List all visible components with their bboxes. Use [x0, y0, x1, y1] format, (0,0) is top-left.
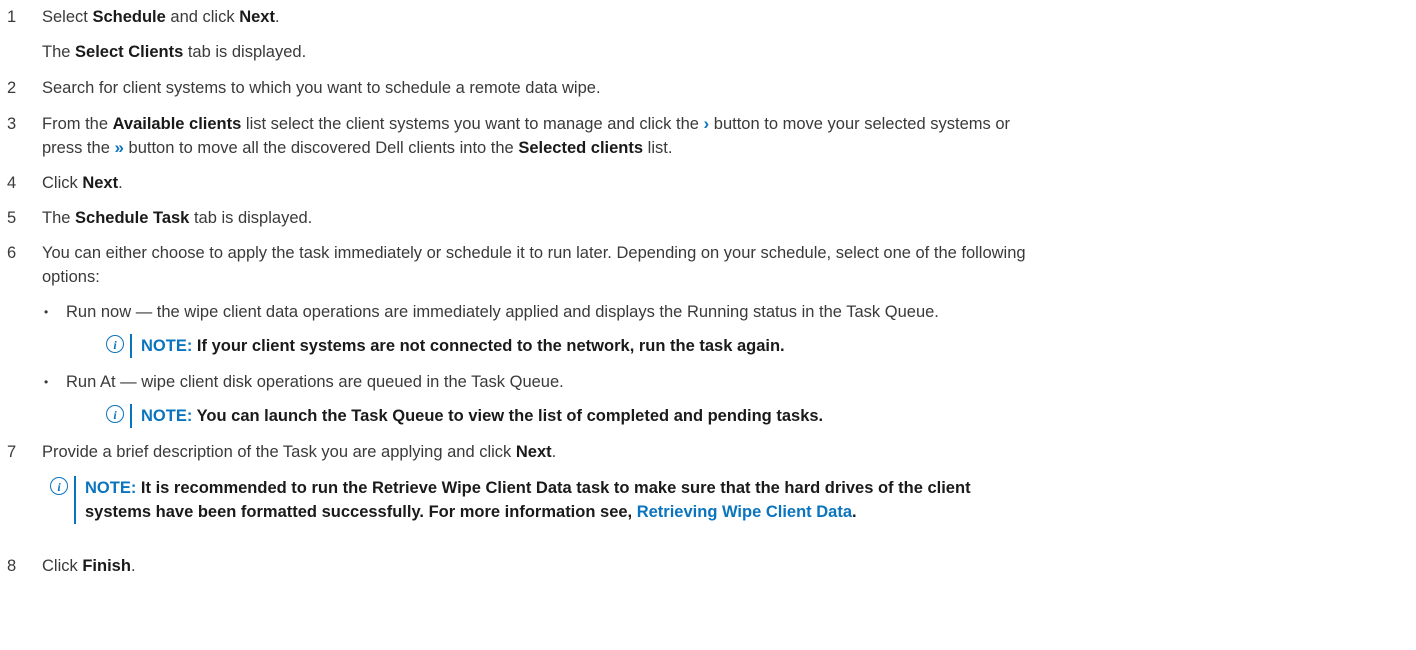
step-number: 4 — [7, 174, 17, 192]
retrieving-wipe-client-data-link[interactable]: Retrieving Wipe Client Data — [637, 503, 852, 521]
step-subtext: The Select Clients tab is displayed. — [42, 43, 307, 61]
bullet-text: Run At — wipe client disk operations are… — [66, 373, 564, 391]
step-number: 7 — [7, 443, 17, 461]
step-text: Select Schedule and click Next. — [42, 8, 280, 26]
note-callout: i NOTE: If your client systems are not c… — [106, 334, 785, 358]
step-text: Click Next. — [42, 174, 123, 192]
note-divider — [74, 476, 76, 524]
info-icon: i — [106, 405, 124, 423]
step-number: 3 — [7, 115, 17, 133]
step-text: The Schedule Task tab is displayed. — [42, 209, 313, 227]
bullet-icon: • — [44, 305, 49, 319]
note-text: It is recommended to run the Retrieve Wi… — [136, 479, 971, 497]
step-text-continued: options: — [42, 268, 100, 286]
note-callout: i NOTE: You can launch the Task Queue to… — [106, 404, 823, 428]
step-text: Click Finish. — [42, 557, 136, 575]
step-number: 2 — [7, 79, 17, 97]
note-divider — [130, 334, 132, 358]
note-divider — [130, 404, 132, 428]
note-label: NOTE: — [141, 337, 193, 355]
step-number: 8 — [7, 557, 17, 575]
note-label: NOTE: — [85, 479, 137, 497]
bullet-text: Run now — the wipe client data operation… — [66, 303, 939, 321]
step-number: 6 — [7, 244, 17, 262]
step-text-continued: press the » button to move all the disco… — [42, 138, 673, 157]
note-text: You can launch the Task Queue to view th… — [192, 407, 824, 425]
step-text: From the Available clients list select t… — [42, 114, 1011, 133]
step-number: 1 — [7, 8, 17, 26]
bullet-icon: • — [44, 375, 49, 389]
info-icon: i — [50, 477, 68, 495]
info-icon: i — [106, 335, 124, 353]
step-number: 5 — [7, 209, 17, 227]
note-text-continued: systems have been formatted successfully… — [85, 503, 637, 521]
step-text: You can either choose to apply the task … — [42, 244, 1026, 262]
note-callout: i NOTE: It is recommended to run the Ret… — [50, 476, 971, 524]
note-label: NOTE: — [141, 407, 193, 425]
note-text: If your client systems are not connected… — [192, 337, 785, 355]
step-text: Search for client systems to which you w… — [42, 79, 601, 97]
step-text: Provide a brief description of the Task … — [42, 443, 557, 461]
double-chevron-right-icon: » — [114, 138, 124, 157]
